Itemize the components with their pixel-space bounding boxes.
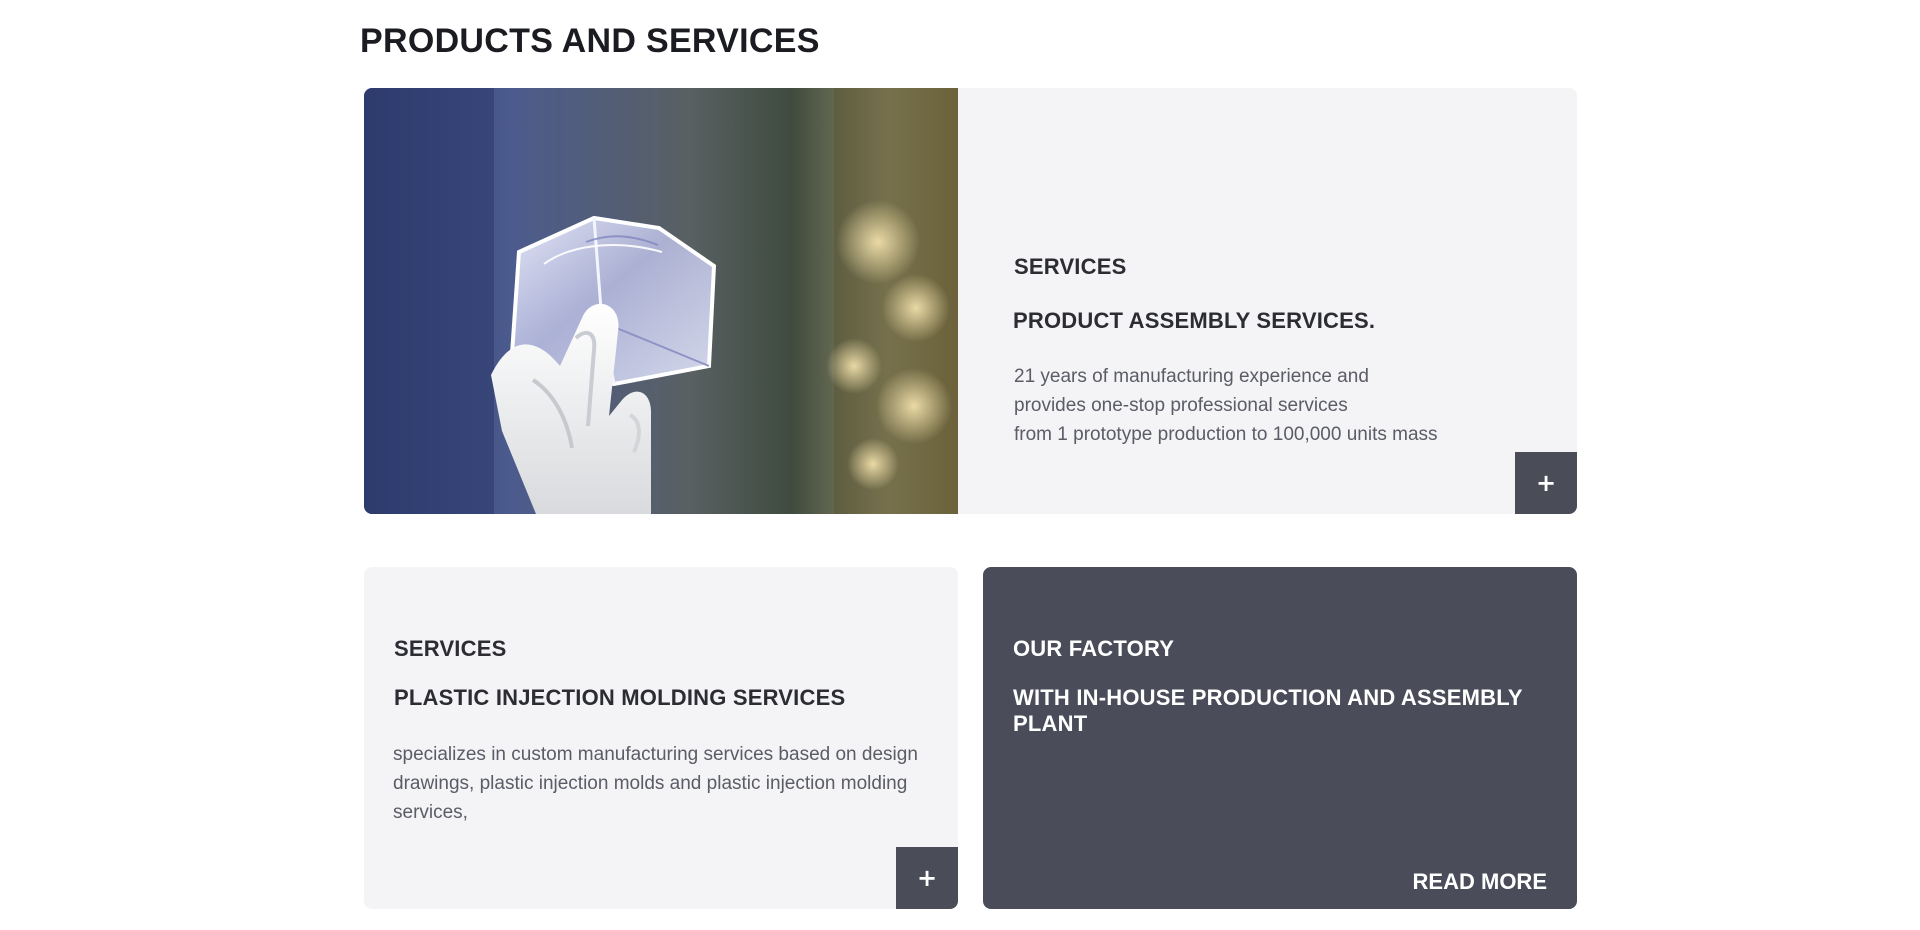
description-line: drawings, plastic injection molds and pl… — [393, 773, 908, 794]
card-eyebrow: SERVICES — [1014, 254, 1127, 279]
description-line: from 1 prototype production to 100,000 u… — [1014, 424, 1438, 445]
card-eyebrow: SERVICES — [394, 636, 507, 661]
description-line: provides one-stop professional services — [1014, 395, 1348, 416]
description-line: services, — [393, 802, 468, 823]
description-line: 21 years of manufacturing experience and — [1014, 366, 1369, 387]
our-factory-title: WITH IN-HOUSE PRODUCTION AND ASSEMBLY PL… — [1013, 685, 1523, 736]
product-photo — [364, 88, 958, 514]
read-more-link[interactable]: READ MORE — [1413, 869, 1547, 895]
plastic-injection-description: specializes in custom manufacturing serv… — [393, 740, 933, 827]
product-assembly-title: PRODUCT ASSEMBLY SERVICES. — [1013, 308, 1376, 333]
product-assembly-content: SERVICES PRODUCT ASSEMBLY SERVICES. 21 y… — [958, 88, 1577, 514]
expand-product-assembly-button[interactable]: + — [1515, 452, 1577, 514]
product-assembly-description: 21 years of manufacturing experience and… — [1014, 362, 1494, 449]
card-eyebrow: OUR FACTORY — [1013, 636, 1175, 661]
product-assembly-card: SERVICES PRODUCT ASSEMBLY SERVICES. 21 y… — [364, 88, 1577, 514]
plastic-injection-card: SERVICES PLASTIC INJECTION MOLDING SERVI… — [364, 567, 958, 909]
plastic-injection-title: PLASTIC INJECTION MOLDING SERVICES — [394, 685, 846, 710]
products-services-section: PRODUCTS AND SERVICES SERVICES PRODUCT A… — [0, 0, 1920, 930]
section-title: PRODUCTS AND SERVICES — [360, 22, 820, 60]
description-line: specializes in custom manufacturing serv… — [393, 744, 918, 765]
expand-plastic-injection-button[interactable]: + — [896, 847, 958, 909]
our-factory-card: OUR FACTORY WITH IN-HOUSE PRODUCTION AND… — [983, 567, 1577, 909]
